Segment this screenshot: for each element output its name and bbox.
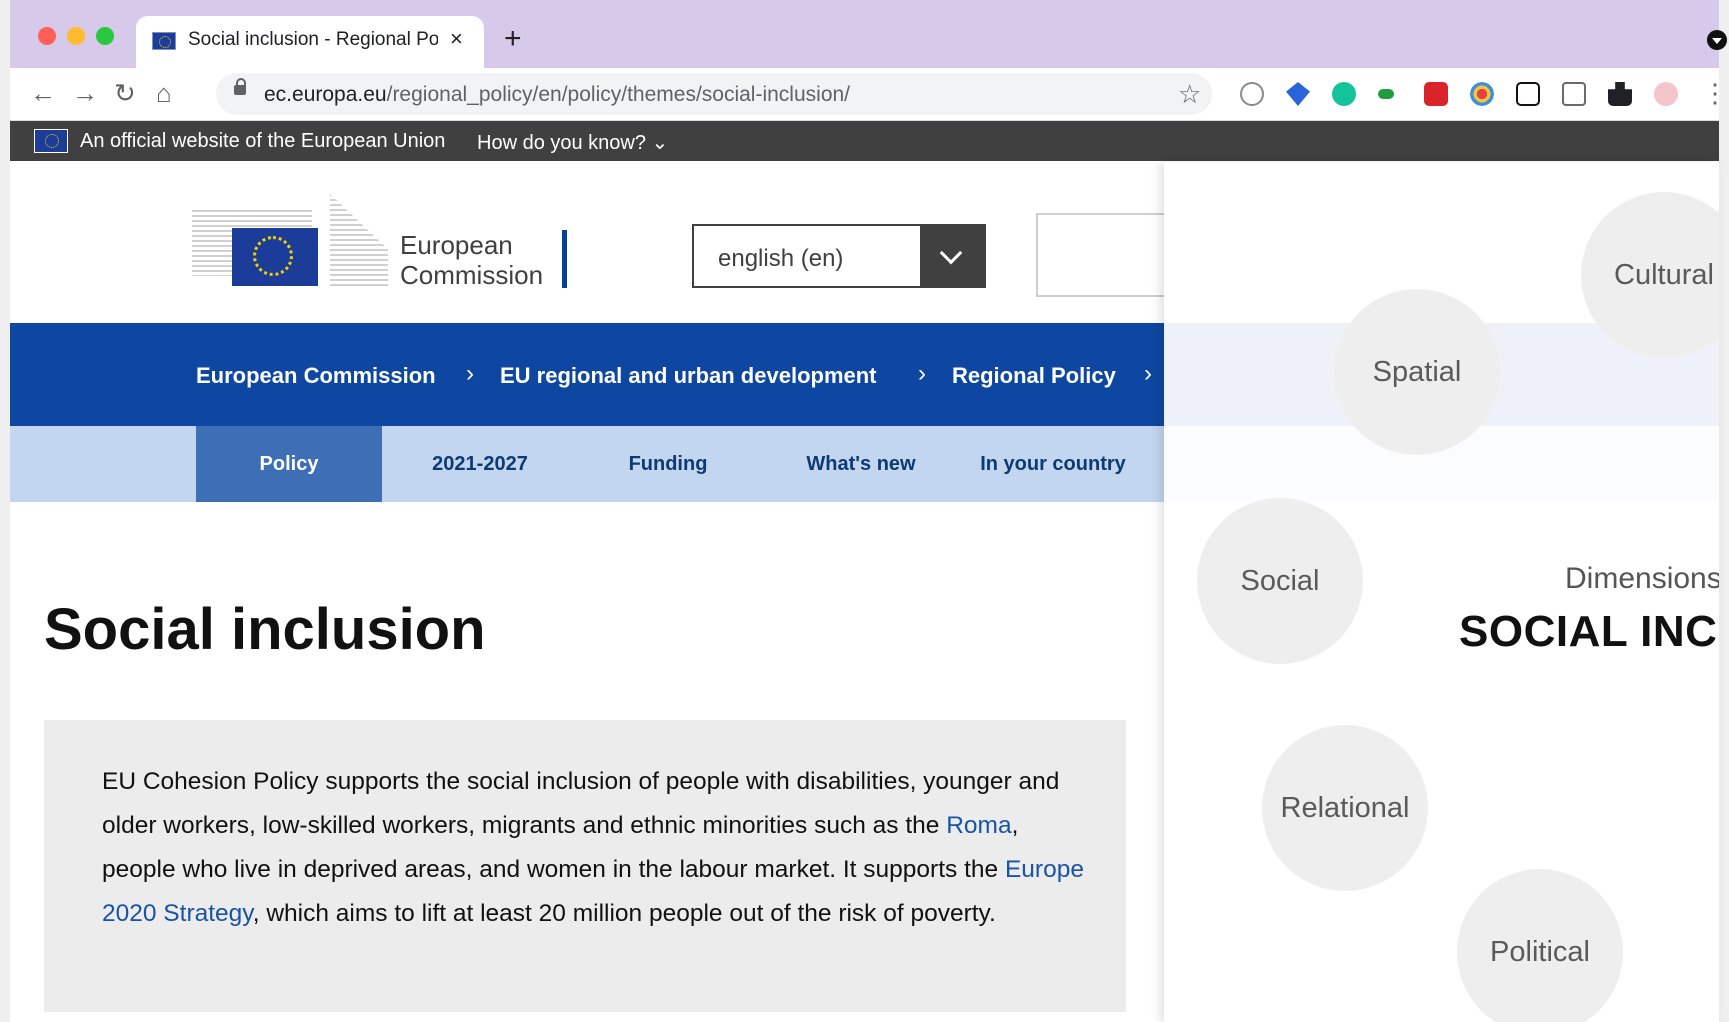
window-backdrop-right: [1719, 0, 1729, 1022]
extension-red-icon[interactable]: [1424, 82, 1448, 106]
nav-policy[interactable]: Policy: [196, 426, 382, 502]
notion-icon[interactable]: [1516, 82, 1540, 106]
chevron-down-icon[interactable]: [920, 226, 984, 286]
european-commission-logo[interactable]: European Commission: [192, 190, 572, 290]
url-host: ec.europa.eu: [264, 83, 387, 106]
chevron-right-icon: ›: [1144, 360, 1152, 387]
dimensions-overlay-panel: Cultural Spatial Social Relational Polit…: [1164, 162, 1719, 1022]
breadcrumb-eu-regional-urban-development[interactable]: EU regional and urban development: [500, 363, 877, 389]
extension-pink-icon[interactable]: [1654, 82, 1678, 106]
official-website-text: An official website of the European Unio…: [80, 130, 446, 152]
url-text[interactable]: ec.europa.eu/regional_policy/en/policy/t…: [264, 83, 850, 107]
tab-search-icon[interactable]: [1707, 30, 1727, 50]
nav-2021-2027[interactable]: 2021-2027: [392, 426, 568, 502]
camera-icon[interactable]: [1562, 82, 1586, 106]
extension-color-icon[interactable]: [1470, 82, 1494, 106]
bubble-political[interactable]: Political: [1457, 869, 1623, 1022]
breadcrumb-european-commission[interactable]: European Commission: [196, 363, 436, 389]
window-backdrop-left: [0, 0, 10, 1022]
home-icon[interactable]: ⌂: [156, 78, 172, 108]
social-inclusion-heading: SOCIAL INCL: [1459, 607, 1719, 656]
reload-icon[interactable]: ↻: [114, 78, 136, 108]
bookmark-star-icon[interactable]: ☆: [1178, 79, 1201, 110]
minimize-window-button[interactable]: [67, 27, 85, 45]
breadcrumb-regional-policy[interactable]: Regional Policy: [952, 363, 1116, 389]
extension-diamond-icon[interactable]: [1286, 82, 1310, 106]
address-bar[interactable]: ec.europa.eu/regional_policy/en/policy/t…: [216, 73, 1212, 115]
search-input[interactable]: [1036, 213, 1166, 297]
nav-in-your-country[interactable]: In your country: [960, 426, 1146, 502]
forward-arrow-icon[interactable]: →: [72, 78, 98, 108]
logo-text-line1: European: [400, 230, 513, 260]
page-title: Social inclusion: [44, 597, 486, 662]
roma-link[interactable]: Roma: [946, 812, 1011, 839]
nav-funding[interactable]: Funding: [580, 426, 756, 502]
chevron-right-icon: ›: [918, 360, 926, 387]
eu-official-banner: An official website of the European Unio…: [10, 121, 1719, 161]
puzzle-extensions-icon[interactable]: [1608, 82, 1632, 106]
dimensions-label: Dimensions: [1565, 562, 1719, 595]
more-menu-icon[interactable]: ⋮: [1702, 78, 1728, 108]
bubble-social[interactable]: Social: [1197, 498, 1363, 664]
bubble-relational[interactable]: Relational: [1262, 725, 1428, 891]
chevron-right-icon: ›: [466, 360, 474, 387]
url-path: /regional_policy/en/policy/themes/social…: [386, 83, 851, 106]
logo-eu-flag-icon: [232, 228, 318, 286]
intro-text-part-3: , which aims to lift at least 20 million…: [252, 900, 996, 927]
maximize-window-button[interactable]: [96, 27, 114, 45]
bubble-spatial[interactable]: Spatial: [1334, 289, 1500, 455]
eu-flag-icon: [34, 129, 68, 153]
logo-text: European Commission: [400, 230, 543, 290]
grammarly-icon[interactable]: [1332, 82, 1356, 106]
close-tab-icon[interactable]: ×: [450, 26, 463, 52]
eu-flag-favicon-icon: [152, 32, 176, 50]
tab-title: Social inclusion - Regional Poli: [188, 29, 438, 50]
new-tab-button[interactable]: +: [504, 24, 522, 54]
intro-paragraph: EU Cohesion Policy supports the social i…: [102, 760, 1092, 936]
lock-icon: [234, 78, 246, 95]
bubble-cultural[interactable]: Cultural: [1581, 192, 1719, 358]
logo-lines-graphic-right: [330, 194, 388, 286]
intro-box: EU Cohesion Policy supports the social i…: [44, 720, 1126, 1012]
intro-text-part-1: EU Cohesion Policy supports the social i…: [102, 768, 1060, 839]
how-do-you-know-button[interactable]: How do you know? ⌄: [477, 130, 668, 155]
extension-flag-icon[interactable]: [1378, 89, 1394, 99]
back-arrow-icon[interactable]: ←: [30, 78, 56, 108]
extension-reader-icon[interactable]: [1240, 82, 1264, 106]
close-window-button[interactable]: [38, 27, 56, 45]
language-value: english (en): [718, 245, 844, 272]
logo-text-line2: Commission: [400, 260, 544, 290]
logo-accent-bar: [562, 230, 567, 288]
browser-tab-active[interactable]: Social inclusion - Regional Poli ×: [136, 16, 484, 68]
browser-toolbar: ← → ↻ ⌂ ec.europa.eu/regional_policy/en/…: [10, 68, 1728, 121]
language-select[interactable]: english (en): [692, 224, 986, 288]
nav-whats-new[interactable]: What's new: [768, 426, 954, 502]
browser-titlebar: Social inclusion - Regional Poli × +: [10, 0, 1727, 68]
